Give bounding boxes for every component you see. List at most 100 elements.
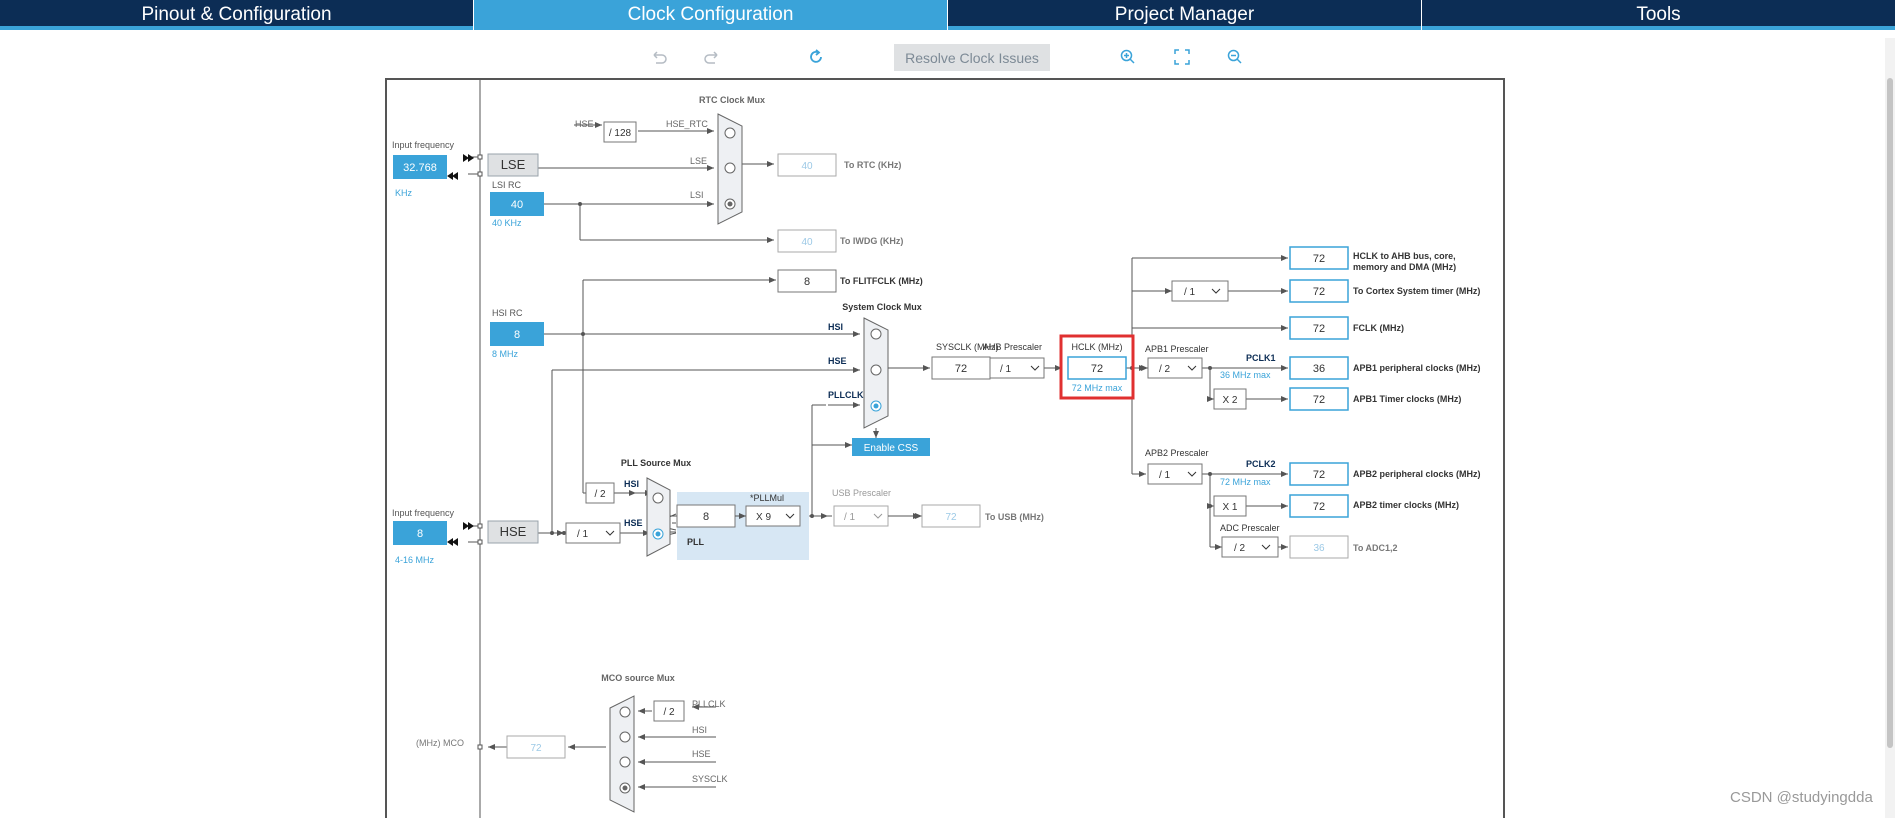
scrollbar-thumb[interactable] xyxy=(1887,78,1893,748)
system-clock-mux-title: System Clock Mux xyxy=(842,302,922,312)
rtc-lsi-label: LSI xyxy=(690,190,704,200)
rtc-mux-title: RTC Clock Mux xyxy=(699,95,765,105)
tab-pinout-configuration[interactable]: Pinout & Configuration xyxy=(0,0,474,30)
pll-source-mux-title: PLL Source Mux xyxy=(621,458,691,468)
apb1-prescaler-value: / 2 xyxy=(1159,364,1171,375)
adc-output-label: To ADC1,2 xyxy=(1353,543,1398,553)
hclk-max: 72 MHz max xyxy=(1072,383,1123,393)
hsi-value: 8 xyxy=(514,329,520,341)
sysmux-hsi-label: HSI xyxy=(828,322,843,332)
flitfclk-output-label: To FLITFCLK (MHz) xyxy=(840,276,923,286)
cortex-output-value: 72 xyxy=(1313,286,1325,298)
apb2-max: 72 MHz max xyxy=(1220,477,1271,487)
refresh-icon[interactable] xyxy=(804,45,828,69)
sysclk-value: 72 xyxy=(955,363,967,375)
undo-icon[interactable] xyxy=(647,45,671,69)
clock-tree-canvas: Input frequency Input frequency 32.768 K… xyxy=(385,78,1505,818)
apb1-prescaler-label: APB1 Prescaler xyxy=(1145,344,1209,354)
mco-pll-divider-value: / 2 xyxy=(663,707,675,718)
ahb-output-value: 72 xyxy=(1313,253,1325,265)
pll-mux-hse-label: HSE xyxy=(624,518,643,528)
apb2-prescaler-value: / 1 xyxy=(1159,470,1171,481)
adc-prescaler-select[interactable] xyxy=(1221,536,1279,558)
lsi-unit: 40 KHz xyxy=(492,218,522,228)
apb2-peripheral-output-value: 72 xyxy=(1313,469,1325,481)
rtc-output-label: To RTC (KHz) xyxy=(844,160,901,170)
lsi-value: 40 xyxy=(511,199,523,211)
rtc-mux-option-lse[interactable] xyxy=(724,162,736,174)
ahb-prescaler-select[interactable] xyxy=(989,357,1045,379)
mco-option-hse[interactable] xyxy=(619,756,631,768)
lse-frequency-value: 32.768 xyxy=(403,162,437,174)
fit-icon[interactable] xyxy=(1170,45,1194,69)
ahb-prescaler-label: AHB Prescaler xyxy=(983,342,1042,352)
adc-prescaler-label: ADC Prescaler xyxy=(1220,523,1280,533)
mco-hse-label: HSE xyxy=(692,749,711,759)
hse-input-frequency-label: Input frequency xyxy=(392,508,455,518)
sysmux-option-hsi[interactable] xyxy=(870,328,882,340)
lse-button-label: LSE xyxy=(501,157,526,172)
rtc-lse-label: LSE xyxy=(690,156,707,166)
apb1-timer-output-value: 72 xyxy=(1313,394,1325,406)
usb-prescaler-value: / 1 xyxy=(844,512,856,523)
clock-outputs: 72 HCLK to AHB bus, core, memory and DMA… xyxy=(1289,246,1481,518)
usb-prescaler-label: USB Prescaler xyxy=(832,488,891,498)
usb-output-label: To USB (MHz) xyxy=(985,512,1044,522)
pllmul-label: *PLLMul xyxy=(750,493,784,503)
tab-project-manager[interactable]: Project Manager xyxy=(948,0,1422,30)
apb1-peripheral-output-value: 36 xyxy=(1313,363,1325,375)
mco-pllclk-label: PLLCLK xyxy=(692,699,726,709)
apb1-timer-multiplier-value: X 2 xyxy=(1222,395,1237,406)
enable-css-label: Enable CSS xyxy=(864,443,919,454)
apb1-peripheral-output-label: APB1 peripheral clocks (MHz) xyxy=(1353,363,1481,373)
fclk-output-value: 72 xyxy=(1313,323,1325,335)
hse-prescaler-value: / 1 xyxy=(577,529,589,540)
hsi-unit: 8 MHz xyxy=(492,349,519,359)
cortex-output-label: To Cortex System timer (MHz) xyxy=(1353,286,1480,296)
hclk-label: HCLK (MHz) xyxy=(1072,342,1123,352)
hse-button-label: HSE xyxy=(500,524,527,539)
iwdg-value: 40 xyxy=(801,237,813,248)
watermark: CSDN @studyingdda xyxy=(1730,789,1873,806)
pll-mux-option-hsi[interactable] xyxy=(652,492,664,504)
fclk-output-label: FCLK (MHz) xyxy=(1353,323,1404,333)
zoom-out-icon[interactable] xyxy=(1223,45,1247,69)
redo-icon[interactable] xyxy=(700,45,724,69)
apb2-timer-multiplier-value: X 1 xyxy=(1222,502,1237,513)
tab-clock-configuration[interactable]: Clock Configuration xyxy=(474,0,948,30)
clock-tree-diagram: Input frequency Input frequency 32.768 K… xyxy=(392,80,1481,818)
rtc-div128: / 128 xyxy=(609,128,632,139)
mco-option-hsi[interactable] xyxy=(619,731,631,743)
pll-label: PLL xyxy=(687,537,705,547)
adc-prescaler-value: / 2 xyxy=(1234,543,1246,554)
tab-tools[interactable]: Tools xyxy=(1422,0,1895,30)
mco-label: (MHz) MCO xyxy=(416,738,464,748)
apb2-peripheral-output-label: APB2 peripheral clocks (MHz) xyxy=(1353,469,1481,479)
rtc-hse-label: HSE xyxy=(575,119,594,129)
rtc-mux-option-hse[interactable] xyxy=(724,127,736,139)
resolve-clock-issues-button[interactable]: Resolve Clock Issues xyxy=(894,44,1050,71)
adc-output-value: 36 xyxy=(1313,543,1325,554)
zoom-in-icon[interactable] xyxy=(1116,45,1140,69)
pll-hsi-divider-value: / 2 xyxy=(594,489,606,500)
lsi-label: LSI RC xyxy=(492,180,522,190)
mco-output-value: 72 xyxy=(530,743,542,754)
lse-unit: KHz xyxy=(395,188,413,198)
pclk1-label: PCLK1 xyxy=(1246,353,1276,363)
pll-mux-hsi-label: HSI xyxy=(624,479,639,489)
mco-option-pllclk[interactable] xyxy=(619,706,631,718)
hse-rtc-label: HSE_RTC xyxy=(666,119,708,129)
usb-output-value: 72 xyxy=(945,512,957,523)
cortex-divider-value: / 1 xyxy=(1184,287,1196,298)
apb2-timer-output-label: APB2 timer clocks (MHz) xyxy=(1353,500,1459,510)
sysmux-option-hse[interactable] xyxy=(870,364,882,376)
hsi-rc-label: HSI RC xyxy=(492,308,523,318)
hse-frequency-value: 8 xyxy=(417,528,423,540)
hse-unit: 4-16 MHz xyxy=(395,555,435,565)
sysmux-hse-label: HSE xyxy=(828,356,847,366)
iwdg-output-label: To IWDG (KHz) xyxy=(840,236,903,246)
mco-hsi-label: HSI xyxy=(692,725,707,735)
cortex-divider-select[interactable] xyxy=(1171,280,1229,302)
flitfclk-value: 8 xyxy=(804,276,810,288)
apb1-max: 36 MHz max xyxy=(1220,370,1271,380)
